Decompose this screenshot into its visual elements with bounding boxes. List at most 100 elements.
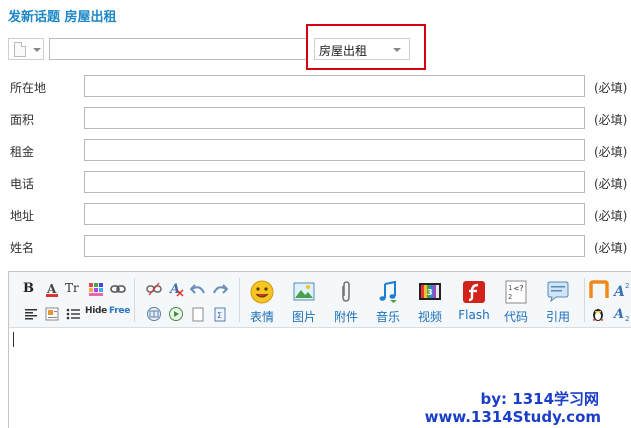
form-row-name: 姓名 (必填) xyxy=(0,235,631,259)
video-button[interactable]: 3 视频 xyxy=(410,280,450,324)
field-label-rent: 租金 xyxy=(10,145,35,159)
typeface-label: Tr xyxy=(65,281,79,295)
superscript-button[interactable]: A2 xyxy=(612,280,631,300)
hide-label: Hide xyxy=(85,306,107,316)
bold-label: B xyxy=(23,281,34,296)
page-icon xyxy=(192,307,204,322)
undo-button[interactable] xyxy=(189,281,206,297)
chevron-down-icon xyxy=(33,48,41,52)
music-note-icon xyxy=(379,280,397,303)
font-color-button[interactable]: A xyxy=(44,281,60,297)
link-icon xyxy=(110,285,126,293)
list-icon xyxy=(66,308,80,320)
paperclip-icon xyxy=(342,281,350,302)
bold-button[interactable]: B xyxy=(23,281,39,297)
link-button[interactable] xyxy=(110,281,126,297)
subscript-icon: A2 xyxy=(612,307,629,323)
redo-button[interactable] xyxy=(212,281,229,297)
location-field[interactable] xyxy=(84,75,585,97)
text-caret xyxy=(13,332,14,347)
free-label: Free xyxy=(109,306,131,316)
required-note: (必填) xyxy=(594,81,628,95)
svg-text:1: 1 xyxy=(508,284,512,292)
floating-image-button[interactable] xyxy=(44,306,60,322)
category-select-value: 房屋出租 xyxy=(319,44,368,58)
align-button[interactable] xyxy=(23,306,39,322)
smiley-icon xyxy=(250,280,274,304)
video-screen-icon: 3 xyxy=(419,283,441,300)
free-button[interactable]: Free xyxy=(109,306,131,322)
clear-format-button[interactable]: A xyxy=(168,281,184,297)
font-color-icon: A xyxy=(46,282,58,297)
media-button[interactable] xyxy=(168,306,184,322)
table-button[interactable] xyxy=(146,306,162,322)
toolbar-divider xyxy=(239,278,240,322)
index-button[interactable]: Σ xyxy=(212,306,228,322)
svg-text:A: A xyxy=(613,307,624,322)
svg-text:3: 3 xyxy=(427,288,433,297)
toolbar-divider xyxy=(134,278,135,322)
float-icon xyxy=(45,307,59,321)
address-field[interactable] xyxy=(84,203,585,225)
category-select[interactable]: 房屋出租 xyxy=(314,38,410,60)
orange-n-icon xyxy=(589,280,609,298)
toolbar-divider xyxy=(584,278,585,322)
required-note: (必填) xyxy=(594,177,628,191)
emoticon-label: 表情 xyxy=(249,310,274,324)
quote-bubble-icon xyxy=(547,281,569,303)
typeface-button[interactable]: Tr xyxy=(65,281,81,297)
background-color-button[interactable] xyxy=(88,281,104,297)
field-label-name: 姓名 xyxy=(10,241,35,255)
page-button[interactable] xyxy=(190,306,206,322)
quote-button[interactable]: 引用 xyxy=(538,280,578,324)
phone-field[interactable] xyxy=(84,171,585,193)
area-field[interactable] xyxy=(84,107,585,129)
quote-label: 引用 xyxy=(545,310,570,324)
svg-text:<?: <? xyxy=(514,284,524,293)
name-field[interactable] xyxy=(84,235,585,257)
field-label-location: 所在地 xyxy=(10,81,47,95)
table-icon xyxy=(147,307,161,321)
attachment-button[interactable]: 附件 xyxy=(326,280,366,324)
svg-text:2: 2 xyxy=(508,293,512,301)
media-play-icon xyxy=(169,307,183,321)
more-options-button[interactable] xyxy=(589,280,609,300)
rent-field[interactable] xyxy=(84,139,585,161)
redo-icon xyxy=(213,284,229,294)
attachment-label: 附件 xyxy=(333,310,358,324)
chevron-down-icon xyxy=(393,48,401,52)
svg-text:Σ: Σ xyxy=(217,311,222,320)
video-label: 视频 xyxy=(417,310,442,324)
undo-icon xyxy=(189,284,205,294)
unlink-button[interactable] xyxy=(146,281,162,297)
form-row-address: 地址 (必填) xyxy=(0,203,631,227)
list-button[interactable] xyxy=(65,306,81,322)
topic-type-picker[interactable] xyxy=(8,38,44,60)
penguin-icon xyxy=(593,309,603,321)
image-button[interactable]: 图片 xyxy=(284,280,324,324)
code-label: 代码 xyxy=(503,310,528,324)
watermark-line-2: www.1314Study.com xyxy=(424,408,601,426)
field-label-area: 面积 xyxy=(10,113,35,127)
code-button[interactable]: 1 2 <? 代码 xyxy=(496,280,536,324)
superscript-icon: A2 xyxy=(612,282,629,300)
form-row-area: 面积 (必填) xyxy=(0,107,631,131)
field-label-address: 地址 xyxy=(10,209,35,223)
subject-input[interactable] xyxy=(49,38,307,60)
index-icon: Σ xyxy=(214,307,226,322)
flash-label: Flash xyxy=(458,308,490,322)
subscript-button[interactable]: A2 xyxy=(612,305,631,323)
required-note: (必填) xyxy=(594,145,628,159)
hide-button[interactable]: Hide xyxy=(85,306,107,322)
emoticon-button[interactable]: 表情 xyxy=(242,280,282,324)
flash-icon xyxy=(463,281,485,303)
svg-text:2: 2 xyxy=(625,315,629,323)
qq-button[interactable] xyxy=(590,306,606,322)
watermark-line-1: by: 1314学习网 xyxy=(480,390,599,408)
field-label-phone: 电话 xyxy=(10,177,35,191)
flash-button[interactable]: Flash xyxy=(454,280,494,324)
form-row-rent: 租金 (必填) xyxy=(0,139,631,163)
music-button[interactable]: 音乐 xyxy=(368,280,408,324)
clear-format-icon: A xyxy=(168,282,184,297)
align-left-icon xyxy=(25,309,37,320)
